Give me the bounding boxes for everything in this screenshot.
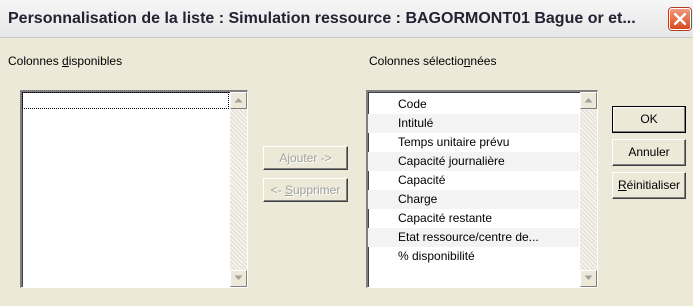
selected-scroll-down-button[interactable]	[580, 270, 597, 287]
title-bar[interactable]: Personnalisation de la liste : Simulatio…	[0, 0, 693, 38]
available-scroll-up-button[interactable]	[230, 92, 247, 109]
ok-button[interactable]: OK	[612, 106, 686, 133]
list-item[interactable]: Intitulé	[368, 114, 579, 133]
arrow-down-icon	[234, 275, 243, 280]
close-button[interactable]	[669, 8, 691, 30]
available-scrollbar[interactable]	[230, 92, 247, 287]
close-x-icon	[674, 13, 686, 25]
available-columns-label: Colonnes disponibles	[8, 54, 123, 68]
arrow-down-icon	[584, 275, 593, 280]
reset-button[interactable]: Réinitialiser	[612, 172, 686, 199]
available-scroll-down-button[interactable]	[230, 270, 247, 287]
selected-columns-list[interactable]: Code Intitulé Temps unitaire prévu Capac…	[366, 90, 598, 288]
list-item[interactable]: Capacité	[368, 171, 579, 190]
dialog-body: Colonnes disponibles Ajouter -> <- Suppr…	[0, 38, 693, 306]
add-button[interactable]: Ajouter ->	[263, 146, 348, 170]
list-item[interactable]: Code	[368, 95, 579, 114]
list-item[interactable]: Etat ressource/centre de...	[368, 228, 579, 247]
list-item[interactable]: Capacité restante	[368, 209, 579, 228]
selected-columns-label: Colonnes sélectionnées	[369, 54, 497, 68]
available-columns-list[interactable]	[20, 90, 248, 288]
remove-button[interactable]: <- Supprimer	[263, 178, 348, 202]
list-item[interactable]: Charge	[368, 190, 579, 209]
focus-placeholder-item	[22, 92, 229, 109]
selected-scrollbar[interactable]	[580, 92, 597, 287]
list-item[interactable]: Temps unitaire prévu	[368, 133, 579, 152]
selected-scroll-up-button[interactable]	[580, 92, 597, 109]
list-item[interactable]: % disponibilité	[368, 247, 579, 266]
list-item[interactable]: Capacité journalière	[368, 152, 579, 171]
window-title: Personnalisation de la liste : Simulatio…	[8, 10, 636, 27]
cancel-button[interactable]: Annuler	[612, 139, 686, 166]
arrow-up-icon	[234, 98, 243, 103]
arrow-up-icon	[584, 98, 593, 103]
